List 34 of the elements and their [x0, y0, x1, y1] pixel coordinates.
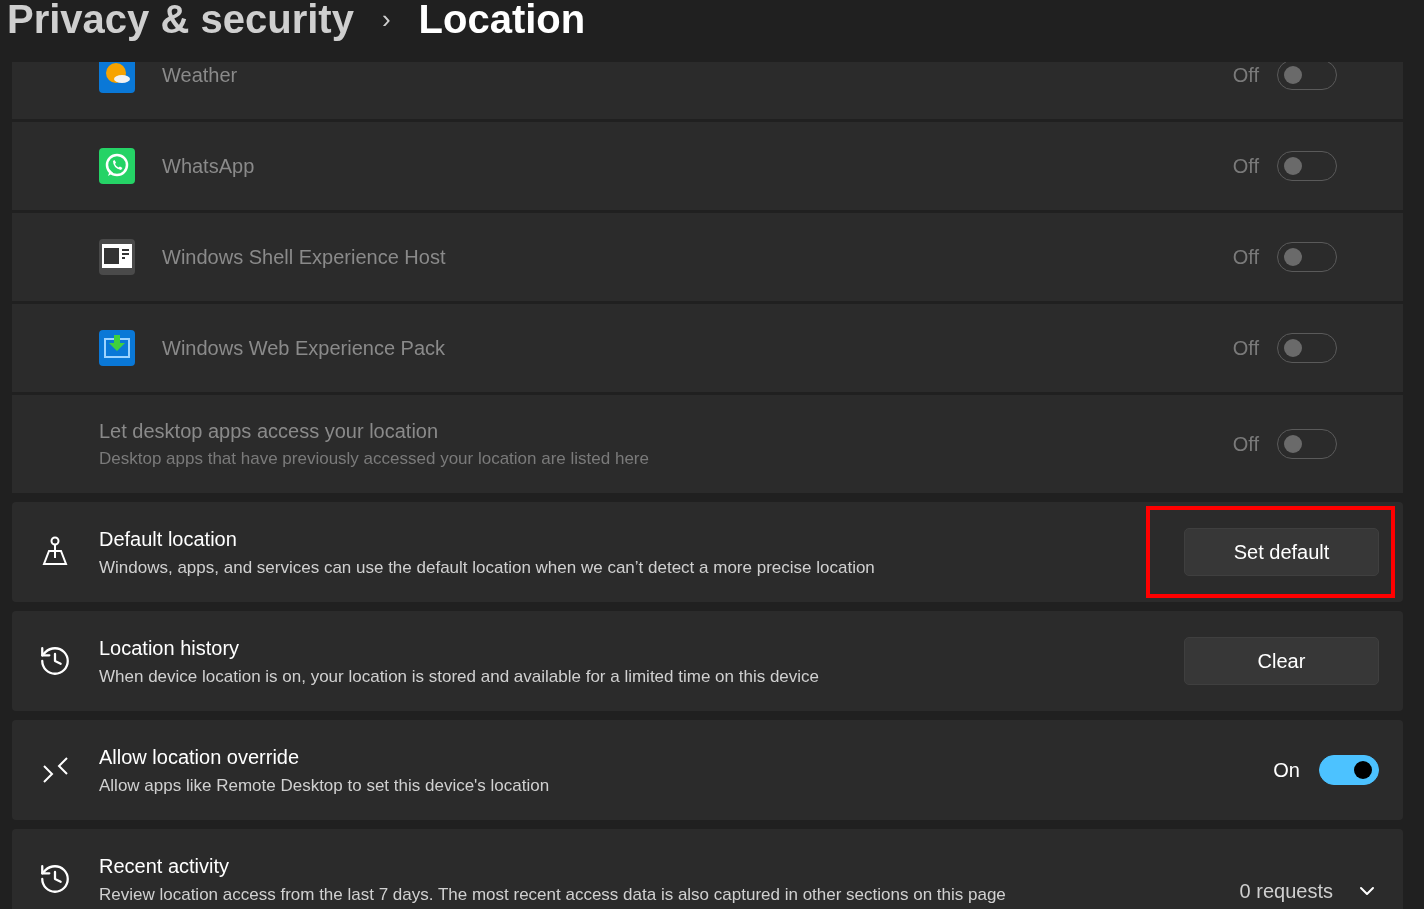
- toggle-switch[interactable]: [1319, 755, 1379, 785]
- history-icon: [38, 644, 72, 678]
- app-name: WhatsApp: [162, 154, 255, 179]
- app-name: Weather: [162, 63, 238, 88]
- action-button[interactable]: Clear: [1184, 637, 1379, 685]
- breadcrumb-parent[interactable]: Privacy & security: [7, 0, 354, 42]
- sun-cloud-icon: [99, 62, 135, 93]
- action-button[interactable]: Set default: [1184, 528, 1379, 576]
- setting-title: Default location: [99, 526, 238, 552]
- setting-description: Windows, apps, and services can use the default location when we can’t detect a more precise location: [99, 556, 875, 579]
- download-box-icon: [99, 330, 135, 366]
- toggle-state: Off: [1232, 432, 1259, 457]
- setting-title: Allow location override: [99, 744, 301, 770]
- pin-stand-icon: [40, 536, 70, 568]
- page-title: Location: [418, 0, 586, 42]
- toggle-state: Off: [1232, 154, 1259, 179]
- toggle-state: Off: [1232, 336, 1259, 361]
- window-icon: [99, 239, 135, 275]
- request-count: 0 requests: [1239, 879, 1333, 904]
- toggle-state: On: [1273, 758, 1300, 783]
- setting-title: Location history: [99, 635, 241, 661]
- setting-description: When device location is on, your location is stored and available for a limited time on this device: [99, 665, 820, 688]
- toggle-state: Off: [1232, 245, 1259, 270]
- toggle-state: Off: [1232, 63, 1259, 88]
- setting-title: Let desktop apps access your location: [99, 419, 440, 445]
- setting-description: Desktop apps that have previously accessed your location are listed here: [99, 448, 649, 471]
- chat-phone-icon: [99, 148, 135, 184]
- setting-description: Allow apps like Remote Desktop to set this device's location: [99, 774, 550, 797]
- setting-title: Recent activity: [99, 853, 231, 879]
- app-name: Windows Web Experience Pack: [162, 336, 446, 361]
- app-name: Windows Shell Experience Host: [162, 245, 446, 270]
- breadcrumb-separator: ›: [381, 3, 391, 36]
- history-icon: [38, 862, 72, 896]
- setting-description: Review location access from the last 7 days. The most recent access data is also captured in other sections on this page: [99, 883, 1006, 906]
